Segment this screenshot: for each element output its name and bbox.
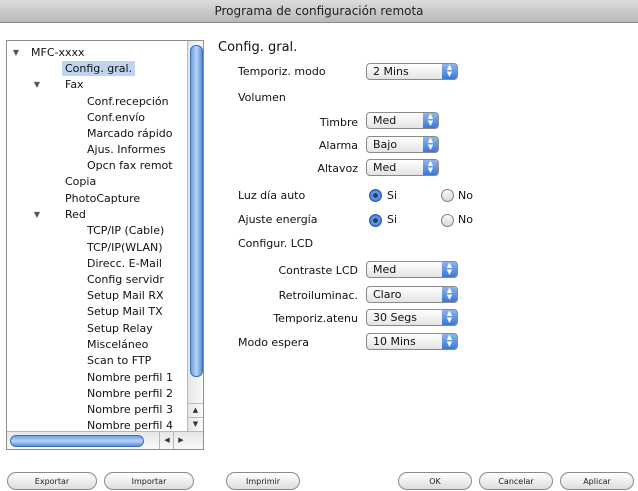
imprimir-button[interactable]: Imprimir xyxy=(226,472,300,490)
modo-espera-popup[interactable]: 10 Mins ▲ ▼ xyxy=(366,333,458,350)
tree-item-label: Fax xyxy=(65,78,84,91)
tree-horizontal-scrollbar[interactable]: ◀ ▶ xyxy=(7,431,203,449)
luz-dia-no-radio[interactable] xyxy=(441,189,454,202)
disclosure-triangle-icon[interactable]: ▼ xyxy=(32,207,42,222)
settings-tree[interactable]: ▼ MFC-xxxx Config. gral. ▼ Fax Conf.rece… xyxy=(6,40,204,450)
popup-value: 2 Mins xyxy=(373,65,409,78)
importar-button[interactable]: Importar xyxy=(104,472,194,490)
luz-dia-no-label: No xyxy=(458,189,473,202)
scroll-down-arrow-icon[interactable]: ▼ xyxy=(188,417,203,431)
popup-arrows-icon: ▲ ▼ xyxy=(423,160,438,175)
luz-dia-si-label: Si xyxy=(387,189,398,202)
alarma-popup[interactable]: Bajo ▲ ▼ xyxy=(366,136,439,153)
ajuste-energia-no-label: No xyxy=(458,213,473,226)
tree-item-label: Misceláneo xyxy=(87,338,149,351)
timbre-label: Timbre xyxy=(319,116,358,129)
popup-value: Med xyxy=(373,161,397,174)
tree-item-label: Nombre perfil 1 xyxy=(87,371,173,384)
ajuste-energia-si-label: Si xyxy=(387,213,398,226)
tree-item-label: Direcc. E-Mail xyxy=(87,257,162,270)
contraste-lcd-label: Contraste LCD xyxy=(278,264,358,277)
tree-vertical-scrollbar[interactable]: ▲ ▼ xyxy=(187,41,203,431)
temporiz-modo-popup[interactable]: 2 Mins ▲ ▼ xyxy=(366,63,458,80)
tree-item-label: TCP/IP (Cable) xyxy=(87,224,165,237)
popup-arrows-icon: ▲ ▼ xyxy=(442,262,457,277)
retroiluminac-popup[interactable]: Claro ▲ ▼ xyxy=(366,286,458,303)
luz-dia-auto-label: Luz día auto xyxy=(238,189,306,202)
scroll-up-arrow-icon[interactable]: ▲ xyxy=(188,403,203,417)
tree-item-label: Setup Mail TX xyxy=(87,305,163,318)
tree-list: ▼ MFC-xxxx Config. gral. ▼ Fax Conf.rece… xyxy=(7,41,187,431)
tree-item-label: Opcn fax remot xyxy=(87,159,173,172)
popup-arrows-icon: ▲ ▼ xyxy=(423,137,438,152)
popup-arrows-icon: ▲ ▼ xyxy=(442,64,457,79)
ajuste-energia-si-radio[interactable] xyxy=(369,214,382,227)
horizontal-scroll-thumb[interactable] xyxy=(10,435,144,447)
retroiluminac-label: Retroiluminac. xyxy=(278,289,358,302)
aplicar-button[interactable]: Aplicar xyxy=(560,472,634,490)
popup-value: 30 Segs xyxy=(373,311,417,324)
popup-arrows-icon: ▲ ▼ xyxy=(423,113,438,128)
popup-value: Med xyxy=(373,263,397,276)
tree-item-label: Conf.envío xyxy=(87,111,145,124)
pane-title: Config. gral. xyxy=(218,40,298,55)
exportar-button[interactable]: Exportar xyxy=(7,472,97,490)
disclosure-triangle-icon[interactable]: ▼ xyxy=(32,77,42,92)
tree-item-label: Setup Mail RX xyxy=(87,289,164,302)
popup-value: Claro xyxy=(373,288,402,301)
tree-item-label: Red xyxy=(65,208,86,221)
popup-value: 10 Mins xyxy=(373,335,416,348)
temporiz-atenu-label: Temporiz.atenu xyxy=(273,312,358,325)
tree-item-label: Scan to FTP xyxy=(87,354,152,367)
volumen-label: Volumen xyxy=(238,91,286,104)
tree-item-label: Setup Relay xyxy=(87,322,153,335)
tree-item-label: Conf.recepción xyxy=(87,95,169,108)
ok-button[interactable]: OK xyxy=(398,472,472,490)
disclosure-triangle-icon[interactable]: ▼ xyxy=(11,45,21,60)
ajuste-energia-label: Ajuste energía xyxy=(238,213,318,226)
configur-lcd-label: Configur. LCD xyxy=(238,237,314,250)
alarma-label: Alarma xyxy=(318,139,358,152)
tree-item-label: Nombre perfil 2 xyxy=(87,387,173,400)
luz-dia-si-radio[interactable] xyxy=(369,189,382,202)
tree-item-label: Ajus. Informes xyxy=(87,143,166,156)
scroll-right-arrow-icon[interactable]: ▶ xyxy=(173,432,188,449)
contraste-lcd-popup[interactable]: Med ▲ ▼ xyxy=(366,261,458,278)
cancelar-button[interactable]: Cancelar xyxy=(479,472,553,490)
tree-item-label: Config servidr xyxy=(87,273,164,286)
scroll-left-arrow-icon[interactable]: ◀ xyxy=(159,432,174,449)
temporiz-modo-label: Temporiz. modo xyxy=(238,65,326,78)
temporiz-atenu-popup[interactable]: 30 Segs ▲ ▼ xyxy=(366,309,458,326)
tree-item-label: MFC-xxxx xyxy=(31,46,85,59)
altavoz-label: Altavoz xyxy=(317,162,358,175)
modo-espera-label: Modo espera xyxy=(238,336,309,349)
popup-arrows-icon: ▲ ▼ xyxy=(442,334,457,349)
tree-item-label: Marcado rápido xyxy=(87,127,173,140)
tree-item-label: Nombre perfil 3 xyxy=(87,403,173,416)
tree-item-label: Copia xyxy=(65,175,97,188)
vertical-scroll-thumb[interactable] xyxy=(190,45,203,377)
timbre-popup[interactable]: Med ▲ ▼ xyxy=(366,112,439,129)
popup-arrows-icon: ▲ ▼ xyxy=(442,310,457,325)
altavoz-popup[interactable]: Med ▲ ▼ xyxy=(366,159,439,176)
popup-value: Bajo xyxy=(373,138,398,151)
tree-item-label: PhotoCapture xyxy=(65,192,141,205)
popup-value: Med xyxy=(373,114,397,127)
tree-item-label: Config. gral. xyxy=(62,61,136,76)
tree-item-label: Nombre perfil 4 xyxy=(87,419,173,431)
popup-arrows-icon: ▲ ▼ xyxy=(442,287,457,302)
window-title: Programa de configuración remota xyxy=(0,0,638,23)
tree-item-label: TCP/IP(WLAN) xyxy=(87,241,163,254)
ajuste-energia-no-radio[interactable] xyxy=(441,214,454,227)
